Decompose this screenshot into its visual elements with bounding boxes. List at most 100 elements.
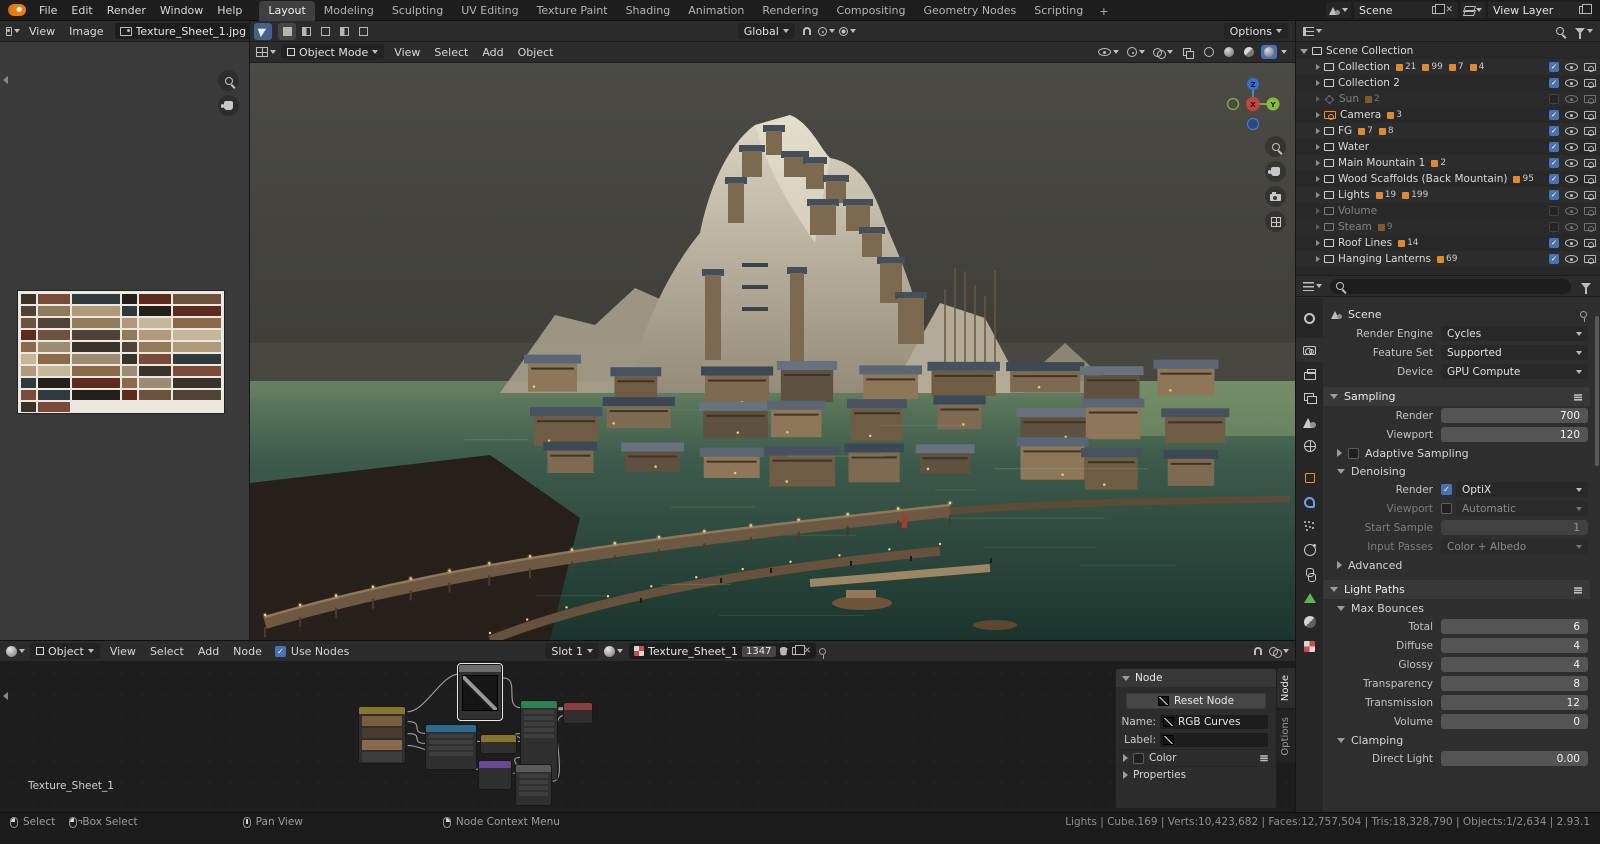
- properties-tab-output[interactable]: [1296, 362, 1323, 386]
- overlays-dropdown[interactable]: [1151, 44, 1175, 61]
- pan-hand-button[interactable]: [218, 95, 239, 116]
- shader-node[interactable]: [478, 760, 512, 790]
- shader-node[interactable]: [358, 706, 406, 764]
- number-field[interactable]: 4: [1441, 638, 1588, 653]
- browse-texture-button[interactable]: [602, 643, 625, 660]
- menu-help[interactable]: Help: [210, 4, 249, 17]
- outliner-row-sun[interactable]: Sun2: [1296, 91, 1600, 107]
- editor-type-button[interactable]: [254, 44, 278, 61]
- properties-filter-button[interactable]: [1577, 278, 1595, 295]
- new-copy-icon[interactable]: [792, 647, 800, 655]
- number-field[interactable]: 1: [1441, 520, 1588, 535]
- number-field[interactable]: 700: [1441, 408, 1588, 423]
- max-bounces-panel-header[interactable]: Max Bounces: [1323, 599, 1590, 617]
- pan-hand-button[interactable]: [1265, 161, 1286, 182]
- workspace-tab-texture-paint[interactable]: Texture Paint: [528, 1, 617, 21]
- color-panel-header[interactable]: Color: [1116, 749, 1276, 766]
- menu-window[interactable]: Window: [153, 4, 210, 17]
- overlap-toggle[interactable]: [1267, 643, 1291, 660]
- outliner-row-scene-collection[interactable]: Scene Collection: [1296, 43, 1600, 59]
- exclude-checkbox[interactable]: ✓: [1549, 126, 1559, 136]
- properties-panel-header[interactable]: Properties: [1116, 766, 1276, 783]
- workspace-tab-geometry-nodes[interactable]: Geometry Nodes: [914, 1, 1025, 21]
- menu-view[interactable]: View: [387, 46, 427, 59]
- collapse-region-icon[interactable]: [3, 76, 8, 84]
- shading-material-button[interactable]: [1241, 45, 1257, 59]
- properties-tab-viewlayer[interactable]: [1296, 386, 1323, 410]
- hide-eye-icon[interactable]: [1565, 223, 1578, 231]
- dropdown-field[interactable]: Cycles: [1441, 326, 1588, 341]
- exclude-checkbox[interactable]: [1549, 222, 1559, 232]
- disclosure-icon[interactable]: [1316, 256, 1320, 262]
- hide-eye-icon[interactable]: [1565, 143, 1578, 151]
- texture-datablock[interactable]: Texture_Sheet_1 1347 ✕: [629, 643, 816, 659]
- menu-node[interactable]: Node: [226, 645, 269, 658]
- exclude-checkbox[interactable]: ✓: [1549, 110, 1559, 120]
- node-rgb-curves[interactable]: [458, 664, 502, 720]
- disclosure-icon[interactable]: [1316, 176, 1320, 182]
- pin-icon[interactable]: [819, 648, 826, 655]
- disclosure-icon[interactable]: [1316, 240, 1320, 246]
- workspace-tab-shading[interactable]: Shading: [617, 1, 680, 21]
- clamping-panel-header[interactable]: Clamping: [1323, 731, 1590, 749]
- checkbox[interactable]: ✓: [1441, 484, 1452, 495]
- scene-selector[interactable]: Scene ✕: [1354, 2, 1458, 18]
- outliner-row-lights[interactable]: Lights19199✓: [1296, 187, 1600, 203]
- outliner-search-button[interactable]: [1551, 23, 1569, 40]
- exclude-checkbox[interactable]: ✓: [1549, 190, 1559, 200]
- workspace-tab-sculpting[interactable]: Sculpting: [383, 1, 452, 21]
- properties-tab-world[interactable]: [1296, 434, 1323, 458]
- disable-render-icon[interactable]: [1584, 159, 1596, 167]
- number-field[interactable]: 120: [1441, 427, 1588, 442]
- outliner-row-steam[interactable]: Steam9: [1296, 219, 1600, 235]
- exclude-checkbox[interactable]: [1549, 206, 1559, 216]
- properties-tab-material[interactable]: [1296, 610, 1323, 634]
- disclosure-icon[interactable]: [1316, 112, 1320, 118]
- hide-eye-icon[interactable]: [1565, 127, 1578, 135]
- shader-node[interactable]: [563, 702, 593, 724]
- fake-user-icon[interactable]: [780, 647, 788, 656]
- hide-eye-icon[interactable]: [1565, 255, 1578, 263]
- disable-render-icon[interactable]: [1584, 207, 1596, 215]
- options-dropdown[interactable]: Options: [1224, 23, 1288, 39]
- exclude-checkbox[interactable]: ✓: [1549, 142, 1559, 152]
- outliner-row-main-mountain-1[interactable]: Main Mountain 12✓: [1296, 155, 1600, 171]
- zoom-button[interactable]: [1265, 136, 1286, 157]
- node-canvas[interactable]: Texture_Sheet_1: [0, 662, 1295, 812]
- camera-view-button[interactable]: [1265, 186, 1286, 207]
- browse-scene-button[interactable]: [1326, 2, 1351, 18]
- disclosure-icon[interactable]: [1316, 160, 1320, 166]
- shader-node[interactable]: [425, 724, 477, 770]
- hide-eye-icon[interactable]: [1565, 95, 1578, 103]
- object-visibility-dropdown[interactable]: [1096, 44, 1121, 61]
- unlink-icon[interactable]: ✕: [804, 647, 812, 656]
- shader-node[interactable]: [515, 764, 552, 806]
- disable-render-icon[interactable]: [1584, 175, 1596, 183]
- disable-render-icon[interactable]: [1584, 63, 1596, 71]
- outliner-row-collection[interactable]: Collection219974✓: [1296, 59, 1600, 75]
- outliner-row-wood-scaffolds-back-mountain[interactable]: Wood Scaffolds (Back Mountain)95✓: [1296, 171, 1600, 187]
- disable-render-icon[interactable]: [1584, 191, 1596, 199]
- number-field[interactable]: 0: [1441, 714, 1588, 729]
- number-field[interactable]: 12: [1441, 695, 1588, 710]
- transform-orientation-dropdown[interactable]: Global: [738, 23, 795, 39]
- node-label-field[interactable]: [1160, 733, 1268, 747]
- properties-tab-texture[interactable]: [1296, 634, 1323, 658]
- shading-wireframe-button[interactable]: [1201, 45, 1217, 59]
- disclosure-icon[interactable]: [1300, 49, 1308, 54]
- blender-logo-icon[interactable]: [8, 4, 26, 16]
- workspace-tab-compositing[interactable]: Compositing: [828, 1, 915, 21]
- hide-eye-icon[interactable]: [1565, 191, 1578, 199]
- number-field[interactable]: 8: [1441, 676, 1588, 691]
- checkbox[interactable]: [1348, 448, 1359, 459]
- checkbox-checked[interactable]: ✓: [275, 646, 286, 657]
- zoom-button[interactable]: [218, 70, 239, 91]
- disable-render-icon[interactable]: [1584, 111, 1596, 119]
- properties-tab-particles[interactable]: [1296, 514, 1323, 538]
- tool-option-1[interactable]: [278, 23, 296, 40]
- menu-add[interactable]: Add: [191, 645, 226, 658]
- shading-solid-button[interactable]: [1221, 45, 1237, 59]
- exclude-checkbox[interactable]: ✓: [1549, 158, 1559, 168]
- xray-toggle[interactable]: [1179, 44, 1197, 61]
- node-name-field[interactable]: RGB Curves: [1160, 715, 1268, 729]
